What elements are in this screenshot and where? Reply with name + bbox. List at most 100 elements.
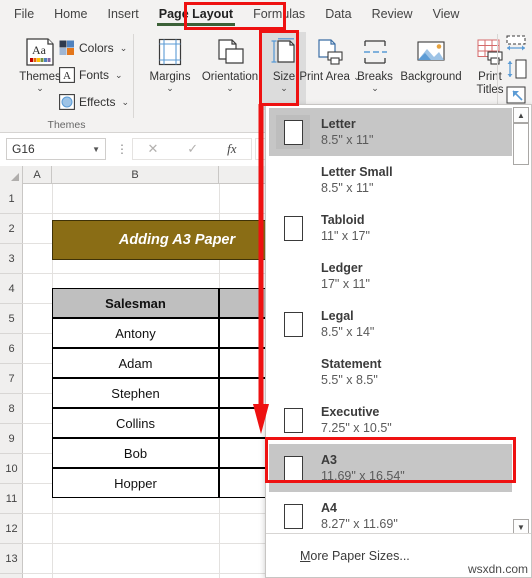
size-option-text: Tabloid 11" x 17" — [321, 212, 370, 245]
row-header-13[interactable]: 13 — [0, 544, 23, 574]
scroll-up-button[interactable]: ▲ — [513, 107, 529, 123]
size-dropdown-menu[interactable]: Letter 8.5" x 11" Letter Small 8.5" x 11… — [265, 104, 532, 578]
print-area-button-label: Print Area ⌄ — [299, 71, 360, 84]
size-option-text: Executive 7.25" x 10.5" — [321, 404, 392, 437]
size-option-statement[interactable]: Statement 5.5" x 8.5" — [269, 348, 512, 396]
size-option-name: Statement — [321, 356, 382, 371]
tab-insert[interactable]: Insert — [98, 0, 149, 28]
fonts-button[interactable]: A Fonts ⌄ — [58, 63, 123, 87]
size-option-text: A4 8.27" x 11.69" — [321, 500, 398, 533]
row-header-6[interactable]: 6 — [0, 334, 23, 364]
size-option-a4[interactable]: A4 8.27" x 11.69" — [269, 492, 512, 535]
table-row: Collins — [52, 408, 219, 438]
size-option-letter-small[interactable]: Letter Small 8.5" x 11" — [269, 156, 512, 204]
size-option-letter[interactable]: Letter 8.5" x 11" — [269, 108, 512, 156]
table-header-salesman: Salesman — [52, 288, 219, 318]
fonts-button-label: Fonts — [79, 68, 110, 82]
select-all-button[interactable] — [0, 166, 23, 184]
background-icon — [414, 34, 448, 70]
page-preview-placeholder — [276, 259, 310, 293]
name-box[interactable]: G16 ▼ — [6, 138, 106, 160]
row-header-column: 1 2 3 4 5 6 7 8 9 10 11 12 13 14 — [0, 184, 23, 578]
themes-group-label: Themes — [47, 119, 86, 131]
size-option-dim: 8.27" x 11.69" — [321, 516, 398, 531]
chevron-down-icon: ▼ — [92, 144, 100, 154]
triangle-up-icon: ▲ — [517, 110, 525, 120]
insert-function-icon[interactable]: fx — [227, 141, 236, 157]
row-header-1[interactable]: 1 — [0, 184, 23, 214]
row-header-10[interactable]: 10 — [0, 454, 23, 484]
confirm-edit-icon[interactable]: ✓ — [187, 141, 198, 157]
size-option-dim: 8.5" x 11" — [321, 180, 374, 195]
breaks-button[interactable]: Breaks ⌄ — [354, 32, 396, 110]
size-option-text: Legal 8.5" x 14" — [321, 308, 374, 341]
print-area-text: Print Area — [299, 71, 350, 83]
effects-button[interactable]: Effects ⌄ — [58, 90, 129, 114]
scrollbar-thumb[interactable] — [513, 123, 529, 165]
background-button[interactable]: Background — [396, 32, 466, 110]
size-option-name: Letter — [321, 116, 356, 131]
tab-home[interactable]: Home — [44, 0, 97, 28]
size-option-text: Ledger 17" x 11" — [321, 260, 370, 293]
row-header-3[interactable]: 3 — [0, 244, 23, 274]
size-option-legal[interactable]: Legal 8.5" x 14" — [269, 300, 512, 348]
cancel-edit-icon[interactable]: ✕ — [147, 141, 158, 157]
height-scale-icon[interactable] — [504, 58, 528, 85]
table-row: Stephen — [52, 378, 219, 408]
size-option-dim: 11" x 17" — [321, 228, 370, 243]
row-header-12[interactable]: 12 — [0, 514, 23, 544]
page-preview-icon — [276, 403, 310, 437]
size-option-dim: 5.5" x 8.5" — [321, 372, 378, 387]
size-option-dim: 8.5" x 11" — [321, 132, 374, 147]
size-option-name: A4 — [321, 500, 337, 515]
size-option-name: Letter Small — [321, 164, 393, 179]
ribbon-group-themes: Aa Themes ⌄ Colors ⌄ A Fonts ⌄ Effects ⌄… — [0, 28, 133, 133]
tab-view-label: View — [432, 7, 460, 21]
tab-file-label: File — [14, 7, 35, 21]
size-option-name: Ledger — [321, 260, 363, 275]
tab-view[interactable]: View — [423, 0, 470, 28]
width-scale-icon[interactable] — [504, 34, 528, 59]
row-header-5[interactable]: 5 — [0, 304, 23, 334]
row-header-9[interactable]: 9 — [0, 424, 23, 454]
print-area-button[interactable]: Print Area ⌄ — [299, 32, 361, 110]
colors-button[interactable]: Colors ⌄ — [58, 36, 127, 60]
size-option-dim: 17" x 11" — [321, 276, 370, 291]
row-header-2[interactable]: 2 — [0, 214, 23, 244]
excel-window: File Home Insert Page Layout Formulas Da… — [0, 0, 532, 578]
page-preview-icon — [276, 115, 310, 149]
chevron-down-icon: ⌄ — [226, 83, 234, 94]
down-arrow-annotation — [253, 104, 275, 439]
size-option-ledger[interactable]: Ledger 17" x 11" — [269, 252, 512, 300]
row-header-11[interactable]: 11 — [0, 484, 23, 514]
row-header-14[interactable]: 14 — [0, 574, 23, 578]
row-header-7[interactable]: 7 — [0, 364, 23, 394]
more-paper-sizes-accel: M — [300, 548, 311, 563]
highlight-size-button — [259, 30, 299, 106]
page-preview-icon — [276, 307, 310, 341]
orientation-icon — [213, 34, 247, 70]
row-header-8[interactable]: 8 — [0, 394, 23, 424]
size-option-dim: 8.5" x 14" — [321, 324, 375, 339]
column-header-a[interactable]: A — [23, 166, 52, 184]
table-row: Hopper — [52, 468, 219, 498]
tab-review[interactable]: Review — [362, 0, 423, 28]
margins-icon — [154, 34, 186, 70]
page-preview-icon — [276, 499, 310, 533]
column-header-b[interactable]: B — [52, 166, 219, 184]
print-area-icon — [314, 34, 346, 70]
orientation-button[interactable]: Orientation ⌄ — [196, 32, 264, 110]
tab-data[interactable]: Data — [315, 0, 361, 28]
background-button-label: Background — [400, 71, 462, 83]
margins-button[interactable]: Margins ⌄ — [140, 32, 200, 110]
formula-bar-handle[interactable]: ⋮ — [116, 142, 128, 156]
row-header-4[interactable]: 4 — [0, 274, 23, 304]
colors-icon — [58, 40, 75, 57]
more-paper-sizes-label: More Paper Sizes... — [300, 549, 410, 563]
chevron-down-icon: ⌄ — [36, 83, 44, 94]
tab-file[interactable]: File — [0, 0, 44, 28]
chevron-down-icon: ⌄ — [371, 83, 379, 94]
size-option-name: Executive — [321, 404, 380, 419]
chevron-down-icon: ⌄ — [115, 70, 123, 80]
size-option-tabloid[interactable]: Tabloid 11" x 17" — [269, 204, 512, 252]
